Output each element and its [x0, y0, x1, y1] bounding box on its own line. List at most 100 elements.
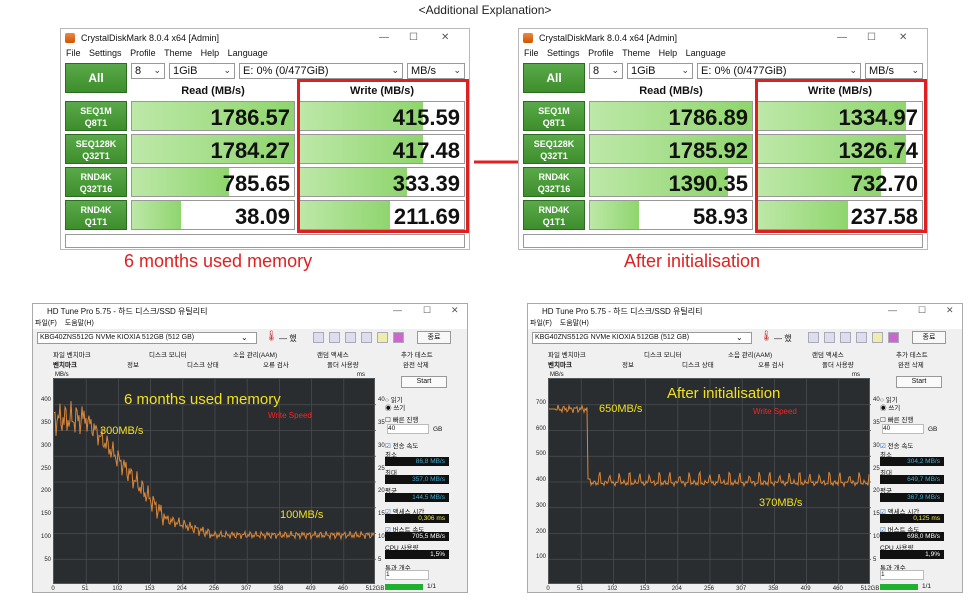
tab-extra-tests[interactable]: 추가 테스트: [896, 349, 928, 359]
size-select[interactable]: 1GiB ⌄: [627, 63, 693, 79]
drive-select[interactable]: E: 0% (0/477GiB) ⌄: [697, 63, 861, 79]
menu-settings[interactable]: Settings: [89, 48, 122, 58]
menu-theme[interactable]: Theme: [164, 48, 192, 58]
minimize-icon[interactable]: —: [837, 32, 847, 43]
maximize-icon[interactable]: ☐: [867, 32, 876, 43]
test-button-rnd4k-q1t1[interactable]: RND4K Q1T1: [65, 200, 127, 230]
result-bar: [132, 201, 181, 229]
tab-file-benchmark[interactable]: 파일 벤치마크: [548, 349, 586, 359]
tab-error-scan[interactable]: 오류 검사: [758, 359, 784, 369]
test-button-seq128k[interactable]: SEQ128K Q32T1: [523, 134, 585, 164]
copy-icon[interactable]: [313, 332, 324, 343]
maximize-icon[interactable]: ☐: [918, 305, 926, 316]
minimize-icon[interactable]: —: [379, 32, 389, 43]
options-icon[interactable]: [840, 332, 851, 343]
comment-field[interactable]: [523, 234, 923, 248]
menu-help[interactable]: 도움말(H): [65, 320, 94, 327]
unit-select[interactable]: MB/s ⌄: [407, 63, 465, 79]
test-button-rnd4k-q32t16[interactable]: RND4K Q32T16: [523, 167, 585, 197]
menu-profile[interactable]: Profile: [588, 48, 614, 58]
tab-folder-usage[interactable]: 폴더 사용량: [327, 359, 359, 369]
key-icon[interactable]: [872, 332, 883, 343]
tab-info[interactable]: 정보: [127, 359, 139, 369]
close-icon[interactable]: ✕: [899, 32, 907, 43]
tab-random-access[interactable]: 랜덤 액세스: [317, 349, 349, 359]
menu-settings[interactable]: Settings: [547, 48, 580, 58]
fast-checkbox[interactable]: ☐ 빠른 진행: [880, 414, 913, 424]
tab-info[interactable]: 정보: [622, 359, 634, 369]
drive-select[interactable]: KBG40ZNS512G NVMe KIOXIA 512GB (512 GB): [37, 332, 257, 344]
write-radio[interactable]: ◉ 쓰기: [880, 402, 900, 412]
menu-file[interactable]: 파일(F): [530, 320, 552, 327]
test-button-seq1m[interactable]: SEQ1M Q8T1: [65, 101, 127, 131]
drive-select[interactable]: KBG40ZNS512G NVMe KIOXIA 512GB (512 GB): [532, 332, 752, 344]
tab-random-access[interactable]: 랜덤 액세스: [812, 349, 844, 359]
key-icon[interactable]: [377, 332, 388, 343]
tab-folder-usage[interactable]: 폴더 사용량: [822, 359, 854, 369]
tab-file-benchmark[interactable]: 파일 벤치마크: [53, 349, 91, 359]
count-select[interactable]: 8 ⌄: [131, 63, 165, 79]
start-button[interactable]: Start: [401, 376, 447, 388]
camera-icon[interactable]: [361, 332, 372, 343]
comment-field[interactable]: [65, 234, 465, 248]
result-value: 1784.27: [210, 138, 290, 163]
menu-file[interactable]: 파일(F): [35, 320, 57, 327]
gb-input[interactable]: 40: [882, 424, 924, 434]
close-icon[interactable]: ✕: [946, 305, 954, 316]
minimize-icon[interactable]: —: [393, 305, 402, 315]
count-select[interactable]: 8 ⌄: [589, 63, 623, 79]
exit-button[interactable]: 종료: [417, 331, 451, 344]
tab-disk-monitor[interactable]: 디스크 모니터: [149, 349, 187, 359]
tab-health[interactable]: 디스크 상태: [187, 359, 219, 369]
tab-aam[interactable]: 소음 관리(AAM): [233, 349, 277, 359]
minimize-icon[interactable]: —: [888, 305, 897, 315]
test-button-rnd4k-q32t16[interactable]: RND4K Q32T16: [65, 167, 127, 197]
close-icon[interactable]: ✕: [451, 305, 459, 316]
passes-input[interactable]: 1: [385, 570, 429, 580]
window-title: HD Tune Pro 5.75 - 하드 디스크/SSD 유틸리티: [47, 307, 208, 316]
save-icon[interactable]: [393, 332, 404, 343]
unit-select[interactable]: MB/s ⌄: [865, 63, 923, 79]
menu-help[interactable]: 도움말(H): [560, 320, 589, 327]
test-button-seq128k[interactable]: SEQ128K Q32T1: [65, 134, 127, 164]
tab-extra-tests[interactable]: 추가 테스트: [401, 349, 433, 359]
menu-help[interactable]: Help: [659, 48, 678, 58]
drive-select[interactable]: E: 0% (0/477GiB) ⌄: [239, 63, 403, 79]
copy-icon[interactable]: [808, 332, 819, 343]
start-button[interactable]: Start: [896, 376, 942, 388]
fast-checkbox[interactable]: ☐ 빠른 진행: [385, 414, 418, 424]
write-radio[interactable]: ◉ 쓰기: [385, 402, 405, 412]
save-icon[interactable]: [888, 332, 899, 343]
menu-help[interactable]: Help: [201, 48, 220, 58]
test-button-seq1m[interactable]: SEQ1M Q8T1: [523, 101, 585, 131]
maximize-icon[interactable]: ☐: [423, 305, 431, 316]
exit-button[interactable]: 종료: [912, 331, 946, 344]
tab-erase[interactable]: 완전 삭제: [403, 359, 429, 369]
tab-error-scan[interactable]: 오류 검사: [263, 359, 289, 369]
options-icon[interactable]: [345, 332, 356, 343]
write-speed-label: Write Speed: [753, 407, 797, 416]
passes-input[interactable]: 1: [880, 570, 924, 580]
menu-theme[interactable]: Theme: [622, 48, 650, 58]
tab-benchmark[interactable]: 벤치마크: [548, 359, 572, 369]
menu-language[interactable]: Language: [228, 48, 268, 58]
copy-info-icon[interactable]: [824, 332, 835, 343]
camera-icon[interactable]: [856, 332, 867, 343]
menu-profile[interactable]: Profile: [130, 48, 156, 58]
tab-erase[interactable]: 완전 삭제: [898, 359, 924, 369]
tab-aam[interactable]: 소음 관리(AAM): [728, 349, 772, 359]
gb-input[interactable]: 40: [387, 424, 429, 434]
tab-disk-monitor[interactable]: 디스크 모니터: [644, 349, 682, 359]
size-select[interactable]: 1GiB ⌄: [169, 63, 235, 79]
menu-language[interactable]: Language: [686, 48, 726, 58]
maximize-icon[interactable]: ☐: [409, 32, 418, 43]
tab-benchmark[interactable]: 벤치마크: [53, 359, 77, 369]
close-icon[interactable]: ✕: [441, 32, 449, 43]
tab-health[interactable]: 디스크 상태: [682, 359, 714, 369]
crystaldiskmark-app-icon: [65, 33, 75, 43]
menu-file[interactable]: File: [524, 48, 539, 58]
copy-info-icon[interactable]: [329, 332, 340, 343]
menu-file[interactable]: File: [66, 48, 81, 58]
menu-bar: 파일(F) 도움말(H): [528, 318, 962, 329]
test-button-rnd4k-q1t1[interactable]: RND4K Q1T1: [523, 200, 585, 230]
